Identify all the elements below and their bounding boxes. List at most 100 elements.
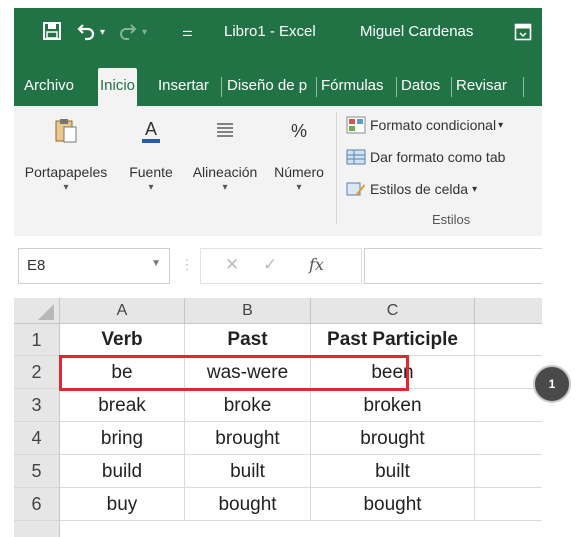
undo-icon[interactable] — [76, 21, 96, 41]
window-title: Libro1 - Excel — [224, 23, 316, 40]
row-header[interactable]: 1 — [14, 324, 60, 356]
font-color-icon: A — [136, 116, 166, 146]
resize-handle-icon[interactable]: ⋮ — [180, 256, 194, 273]
confirm-icon[interactable]: ✓ — [263, 255, 277, 275]
row-header[interactable] — [14, 521, 60, 537]
table-cell[interactable]: Past Participle — [311, 324, 475, 356]
tab-archivo[interactable]: Archivo — [22, 68, 76, 106]
table-cell[interactable]: buy — [60, 488, 185, 521]
table-cell[interactable]: broke — [185, 389, 311, 422]
table-cell[interactable]: broken — [311, 389, 475, 422]
formula-buttons: ✕ ✓ fx — [200, 248, 362, 284]
tab-inicio[interactable]: Inicio — [98, 68, 138, 106]
numero-label: Número — [274, 164, 324, 180]
table-cell[interactable]: brought — [311, 422, 475, 455]
fuente-group[interactable]: A Fuente ▾ — [120, 106, 182, 193]
column-header-a[interactable]: A — [60, 298, 185, 324]
percent-icon: % — [290, 120, 307, 141]
chevron-down-icon: ▾ — [148, 182, 154, 193]
table-cell[interactable] — [475, 324, 542, 356]
table-cell[interactable]: brought — [185, 422, 311, 455]
tab-insertar[interactable]: Insertar — [156, 68, 211, 106]
table-cell[interactable]: be — [60, 356, 185, 389]
tab-separator — [396, 77, 397, 97]
table-cell[interactable]: bought — [311, 488, 475, 521]
column-header-d[interactable] — [475, 298, 542, 324]
alineacion-label: Alineación — [192, 164, 258, 180]
format-as-table-label: Dar formato como tab — [370, 149, 506, 165]
column-header-c[interactable]: C — [311, 298, 475, 324]
table-cell[interactable]: bought — [185, 488, 311, 521]
chevron-down-icon: ▾ — [472, 183, 478, 195]
format-as-table-icon — [346, 149, 366, 165]
undo-dropdown-icon[interactable]: ▾ — [100, 27, 105, 38]
table-cell[interactable]: build — [60, 455, 185, 488]
tab-separator — [523, 77, 524, 97]
row-header[interactable]: 4 — [14, 422, 60, 455]
select-all-corner[interactable] — [14, 298, 60, 324]
name-box-value: E8 — [27, 257, 46, 274]
column-header-b[interactable]: B — [185, 298, 311, 324]
row-header[interactable]: 3 — [14, 389, 60, 422]
group-divider — [336, 112, 337, 224]
user-name[interactable]: Miguel Cardenas — [360, 23, 473, 40]
table-cell[interactable]: break — [60, 389, 185, 422]
svg-text:A: A — [145, 119, 157, 139]
row-header[interactable]: 6 — [14, 488, 60, 521]
fuente-label: Fuente — [129, 164, 173, 180]
tab-revisar[interactable]: Revisar — [454, 68, 509, 106]
conditional-format-label: Formato condicional — [370, 117, 497, 133]
table-cell[interactable]: was-were — [185, 356, 311, 389]
format-as-table-button[interactable]: Dar formato como tab — [346, 146, 505, 168]
redo-dropdown-icon: ▾ — [142, 27, 148, 38]
tab-separator — [221, 77, 222, 97]
tab-separator — [451, 77, 452, 97]
cancel-icon[interactable]: ✕ — [225, 255, 239, 275]
redo-icon — [120, 24, 137, 40]
table-cell[interactable] — [475, 389, 542, 422]
conditional-format-button[interactable]: Formato condicional ▾ — [346, 114, 503, 136]
formula-input[interactable] — [364, 248, 542, 284]
table-cell[interactable]: built — [311, 455, 475, 488]
chevron-down-icon: ▾ — [296, 182, 302, 193]
chevron-down-icon[interactable]: ▼ — [151, 258, 161, 269]
table-cell[interactable] — [475, 356, 542, 389]
tab-separator — [316, 77, 317, 97]
ribbon-display-options-icon[interactable] — [514, 23, 532, 41]
tab-datos[interactable]: Datos — [399, 68, 442, 106]
formula-bar: E8 ▼ ⋮ ✕ ✓ fx — [14, 236, 542, 298]
row-header[interactable]: 5 — [14, 455, 60, 488]
table-cell[interactable] — [475, 422, 542, 455]
row-header[interactable]: 2 — [14, 356, 60, 389]
name-box[interactable]: E8 ▼ — [18, 248, 170, 284]
cell-styles-button[interactable]: Estilos de celda ▾ — [346, 178, 477, 200]
step-marker: 1 — [533, 365, 571, 403]
table-cell[interactable]: been — [311, 356, 475, 389]
table-cell[interactable]: built — [185, 455, 311, 488]
table-cell[interactable] — [475, 455, 542, 488]
chevron-down-icon: ▾ — [222, 182, 228, 193]
conditional-format-icon — [346, 116, 366, 134]
table-cell[interactable]: Verb — [60, 324, 185, 356]
tab-formulas[interactable]: Fórmulas — [319, 68, 386, 106]
table-cell[interactable]: Past — [185, 324, 311, 356]
chevron-down-icon: ▾ — [498, 119, 504, 131]
align-icon — [210, 116, 240, 146]
save-icon[interactable] — [42, 21, 62, 41]
ribbon-tabs: Archivo Inicio Insertar Diseño de p Fórm… — [14, 58, 542, 106]
portapapeles-group[interactable]: Portapapeles ▾ — [16, 106, 116, 193]
table-cell[interactable]: bring — [60, 422, 185, 455]
table-cell[interactable] — [475, 488, 542, 521]
clipboard-icon — [51, 116, 81, 146]
customize-toolbar-icon[interactable]: ⚌ — [182, 25, 193, 39]
ribbon: Portapapeles ▾ A Fuente ▾ Alineación ▾ %… — [14, 106, 542, 237]
portapapeles-label: Portapapeles — [24, 164, 108, 180]
chevron-down-icon: ▾ — [63, 182, 69, 193]
alineacion-group[interactable]: Alineación ▾ — [182, 106, 268, 193]
excel-window: ▾ ▾ ⚌ Libro1 - Excel Miguel Cardenas Arc… — [14, 8, 542, 537]
tab-diseno[interactable]: Diseño de p — [225, 68, 309, 106]
insert-function-icon[interactable]: fx — [309, 255, 324, 274]
spreadsheet-grid: A B C 1 Verb Past Past Participle 2 be w… — [14, 298, 542, 537]
cell-styles-icon — [346, 182, 365, 196]
numero-group[interactable]: % Número ▾ — [269, 106, 329, 194]
